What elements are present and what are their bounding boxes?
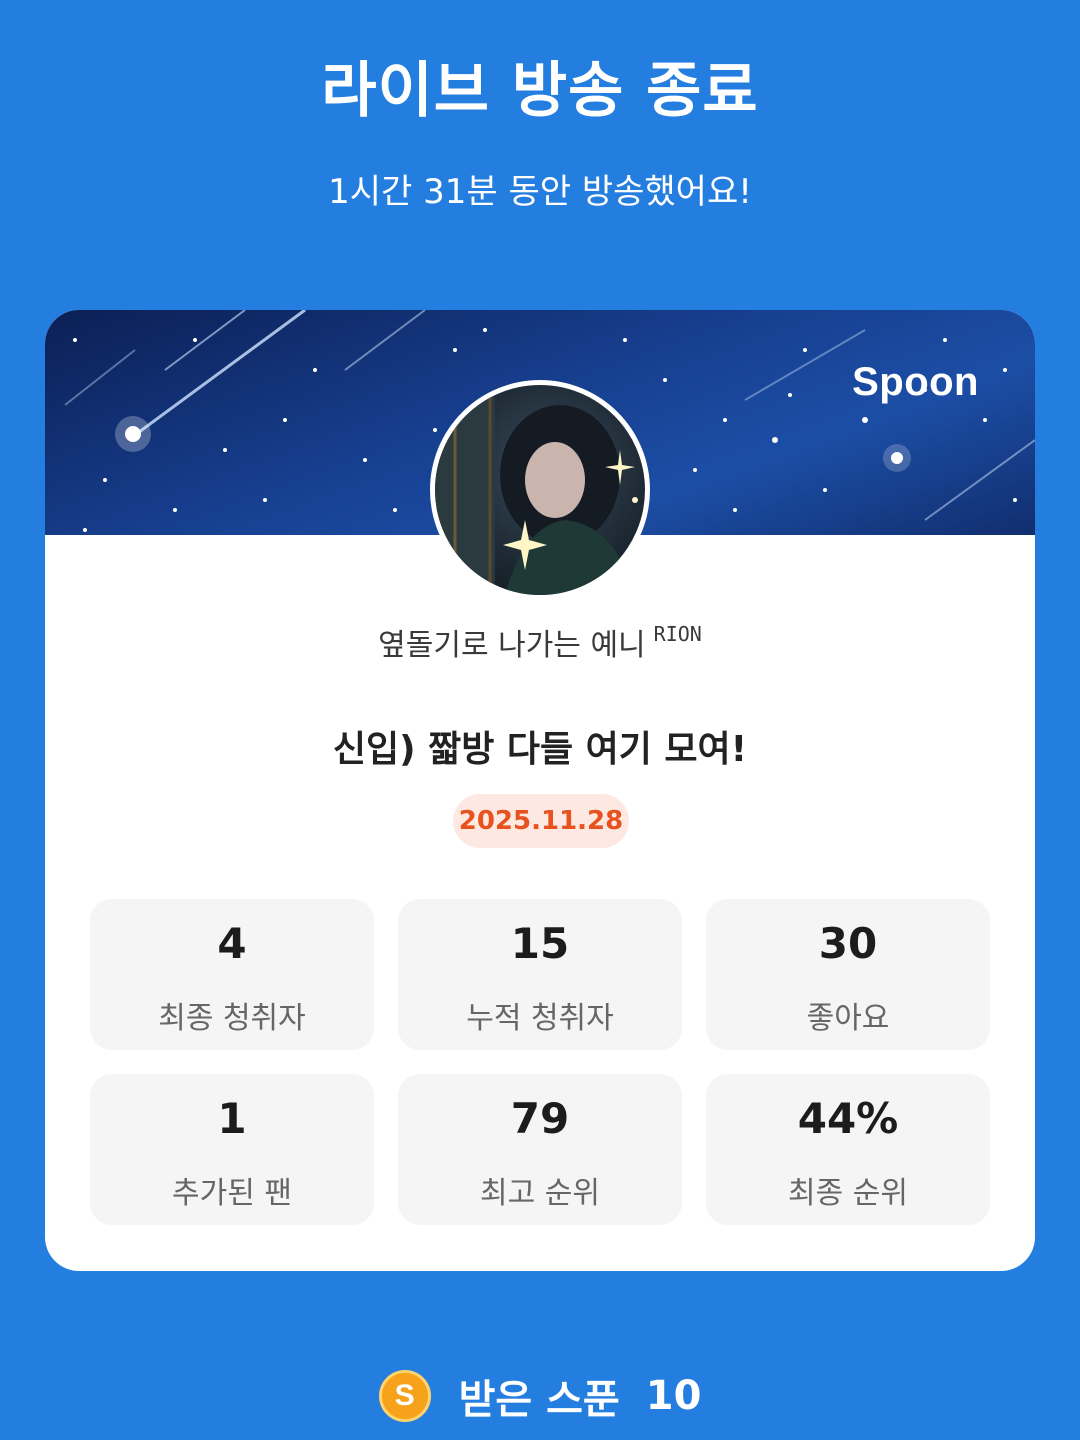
received-spoons: S 받은 스푼 10 xyxy=(0,1366,1080,1426)
stat-likes: 30 좋아요 xyxy=(706,899,990,1050)
broadcast-summary-card: Spoon 옆돌기로 나가는 예니 RION 신입) 짧방 다들 여기 모여! … xyxy=(45,310,1035,1271)
stats-grid: 4 최종 청취자 15 누적 청취자 30 좋아요 1 추가된 팬 79 최고 … xyxy=(90,899,990,1225)
stat-label: 최종 순위 xyxy=(788,1176,908,1211)
received-spoons-label: 받은 스푼 xyxy=(458,1377,620,1423)
page-title: 라이브 방송 종료 xyxy=(321,56,759,126)
stat-label: 누적 청취자 xyxy=(466,1001,614,1036)
stat-value: 30 xyxy=(818,919,878,968)
date-badge: 2025.11.28 xyxy=(453,794,629,848)
stat-best-rank: 79 최고 순위 xyxy=(398,1074,682,1225)
stat-value: 44% xyxy=(797,1094,899,1143)
stat-label: 최고 순위 xyxy=(480,1176,600,1211)
stat-value: 1 xyxy=(217,1094,247,1143)
stat-label: 최종 청취자 xyxy=(158,1001,306,1036)
stat-label: 추가된 팬 xyxy=(172,1176,292,1211)
received-spoons-count: 10 xyxy=(645,1373,702,1419)
stat-value: 15 xyxy=(510,919,570,968)
stat-final-listeners: 4 최종 청취자 xyxy=(90,899,374,1050)
spoon-coin-icon: S xyxy=(378,1370,431,1422)
stat-total-listeners: 15 누적 청취자 xyxy=(398,899,682,1050)
stat-value: 4 xyxy=(217,919,247,968)
host-name: 옆돌기로 나가는 예니 RION xyxy=(378,622,702,663)
stat-label: 좋아요 xyxy=(806,1001,890,1036)
host-tag: RION xyxy=(653,622,702,646)
stat-value: 79 xyxy=(510,1094,570,1143)
stat-new-fans: 1 추가된 팬 xyxy=(90,1074,374,1225)
spoon-logo: Spoon xyxy=(852,360,979,404)
broadcast-duration: 1시간 31분 동안 방송했어요! xyxy=(328,172,752,212)
stat-final-rank: 44% 최종 순위 xyxy=(706,1074,990,1225)
host-avatar[interactable] xyxy=(430,380,650,600)
broadcast-title: 신입) 짧방 다들 여기 모여! xyxy=(332,729,748,770)
